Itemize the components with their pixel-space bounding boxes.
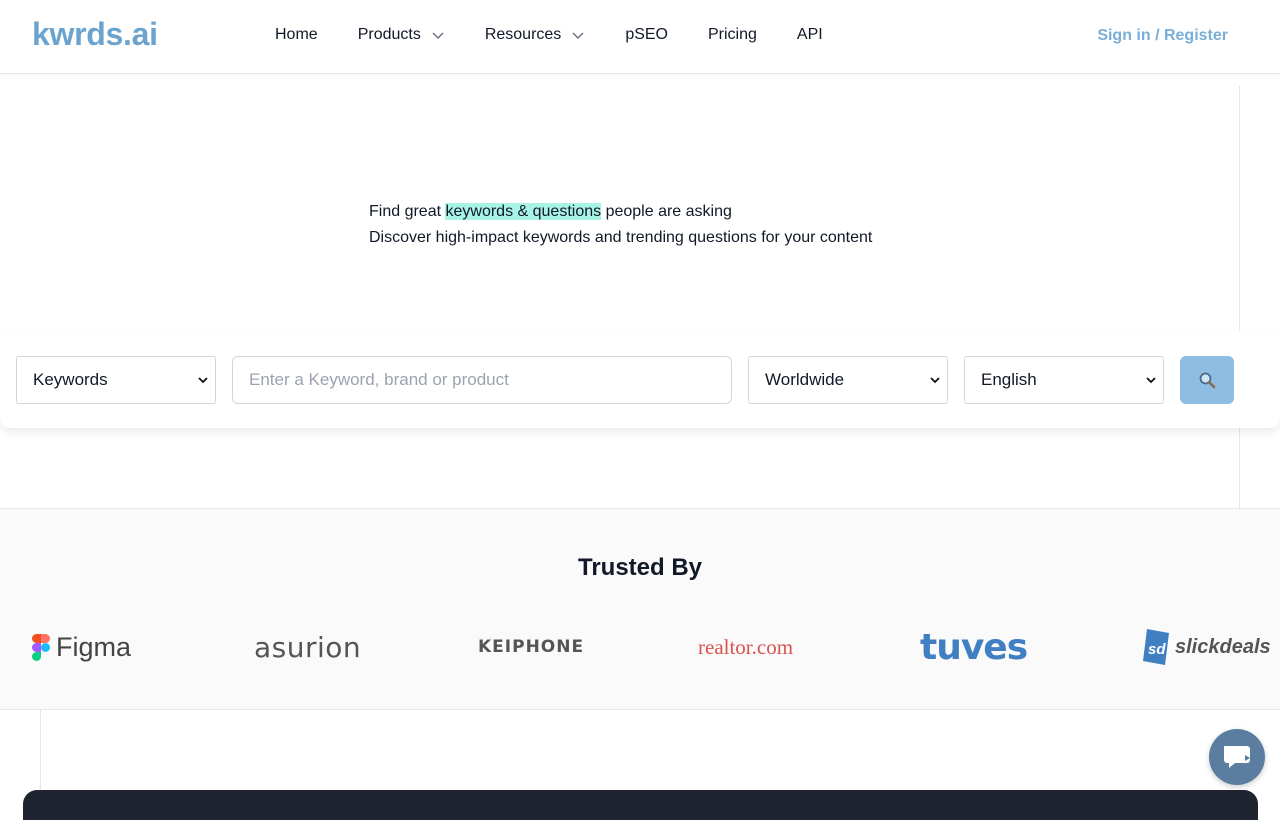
asurion-logo-text: asurion — [254, 630, 362, 664]
main-nav: Home Products Resources pSEO Pricing API — [275, 26, 863, 44]
nav-resources-label: Resources — [484, 26, 562, 43]
nav-pseo-label: pSEO — [625, 26, 668, 43]
nav-api[interactable]: API — [797, 26, 823, 44]
chevron-down-icon — [572, 32, 584, 40]
hero-title: Find great keywords & questions people a… — [369, 203, 732, 221]
signin-register-link[interactable]: Sign in / Register — [1097, 27, 1228, 45]
search-icon — [1199, 372, 1216, 389]
chat-icon — [1224, 746, 1250, 768]
trusted-by-section: Trusted By Figma asurion KEIPHONE realto… — [0, 508, 1280, 710]
chevron-down-icon — [198, 377, 208, 384]
figma-icon — [32, 633, 50, 661]
nav-resources[interactable]: Resources — [485, 26, 585, 44]
trusted-by-title: Trusted By — [577, 554, 703, 581]
svg-text:sd: sd — [1148, 641, 1166, 658]
keyword-search-input[interactable]: Enter a Keyword, brand or product — [232, 356, 732, 404]
nav-pricing-label: Pricing — [708, 26, 757, 43]
nav-home-label: Home — [275, 26, 318, 43]
search-panel: Keywords Enter a Keyword, brand or produ… — [0, 332, 1280, 428]
keiphone-logo: KEIPHONE — [478, 627, 584, 667]
nav-products[interactable]: Products — [358, 26, 445, 44]
slickdeals-logo-text: slickdeals — [1175, 635, 1271, 658]
realtor-logo: realtor.com — [698, 627, 793, 667]
divider — [1239, 86, 1240, 331]
language-select[interactable]: English — [964, 356, 1164, 404]
mode-select[interactable]: Keywords — [16, 356, 216, 404]
hero-title-prefix: Find great — [369, 203, 446, 220]
chevron-down-icon — [930, 377, 940, 384]
slickdeals-logo: sd slickdeals — [1141, 627, 1271, 667]
nav-pricing[interactable]: Pricing — [708, 26, 757, 44]
divider — [40, 710, 41, 800]
search-button[interactable] — [1180, 356, 1234, 404]
figma-logo-text: Figma — [56, 631, 132, 662]
realtor-logo-text: realtor.com — [698, 634, 794, 659]
slickdeals-icon: sd — [1143, 629, 1169, 665]
tuves-logo: tuves — [920, 626, 1028, 668]
location-select[interactable]: Worldwide — [748, 356, 948, 404]
hero-title-highlight: keywords & questions — [445, 203, 602, 220]
chevron-down-icon — [1146, 377, 1156, 384]
keyword-search-placeholder: Enter a Keyword, brand or product — [249, 370, 509, 389]
site-header: kwrds.ai Home Products Resources pSEO Pr… — [0, 0, 1280, 74]
mode-select-value: Keywords — [33, 370, 108, 389]
divider — [1239, 428, 1240, 508]
tuves-logo-text: tuves — [920, 626, 1028, 668]
chat-widget-button[interactable] — [1209, 729, 1265, 785]
footer-cta-panel — [23, 790, 1258, 820]
keiphone-logo-text: KEIPHONE — [478, 637, 585, 657]
chevron-down-icon — [432, 32, 444, 40]
nav-products-label: Products — [357, 26, 421, 43]
nav-pseo[interactable]: pSEO — [625, 26, 668, 44]
hero-subtitle: Discover high-impact keywords and trendi… — [369, 229, 873, 246]
language-select-value: English — [981, 370, 1037, 389]
asurion-logo: asurion — [254, 627, 361, 667]
figma-logo: Figma — [32, 627, 131, 667]
location-select-value: Worldwide — [765, 370, 845, 389]
site-logo[interactable]: kwrds.ai — [32, 16, 158, 53]
nav-home[interactable]: Home — [275, 26, 318, 44]
hero-title-suffix: people are asking — [601, 203, 732, 220]
nav-api-label: API — [796, 26, 823, 43]
